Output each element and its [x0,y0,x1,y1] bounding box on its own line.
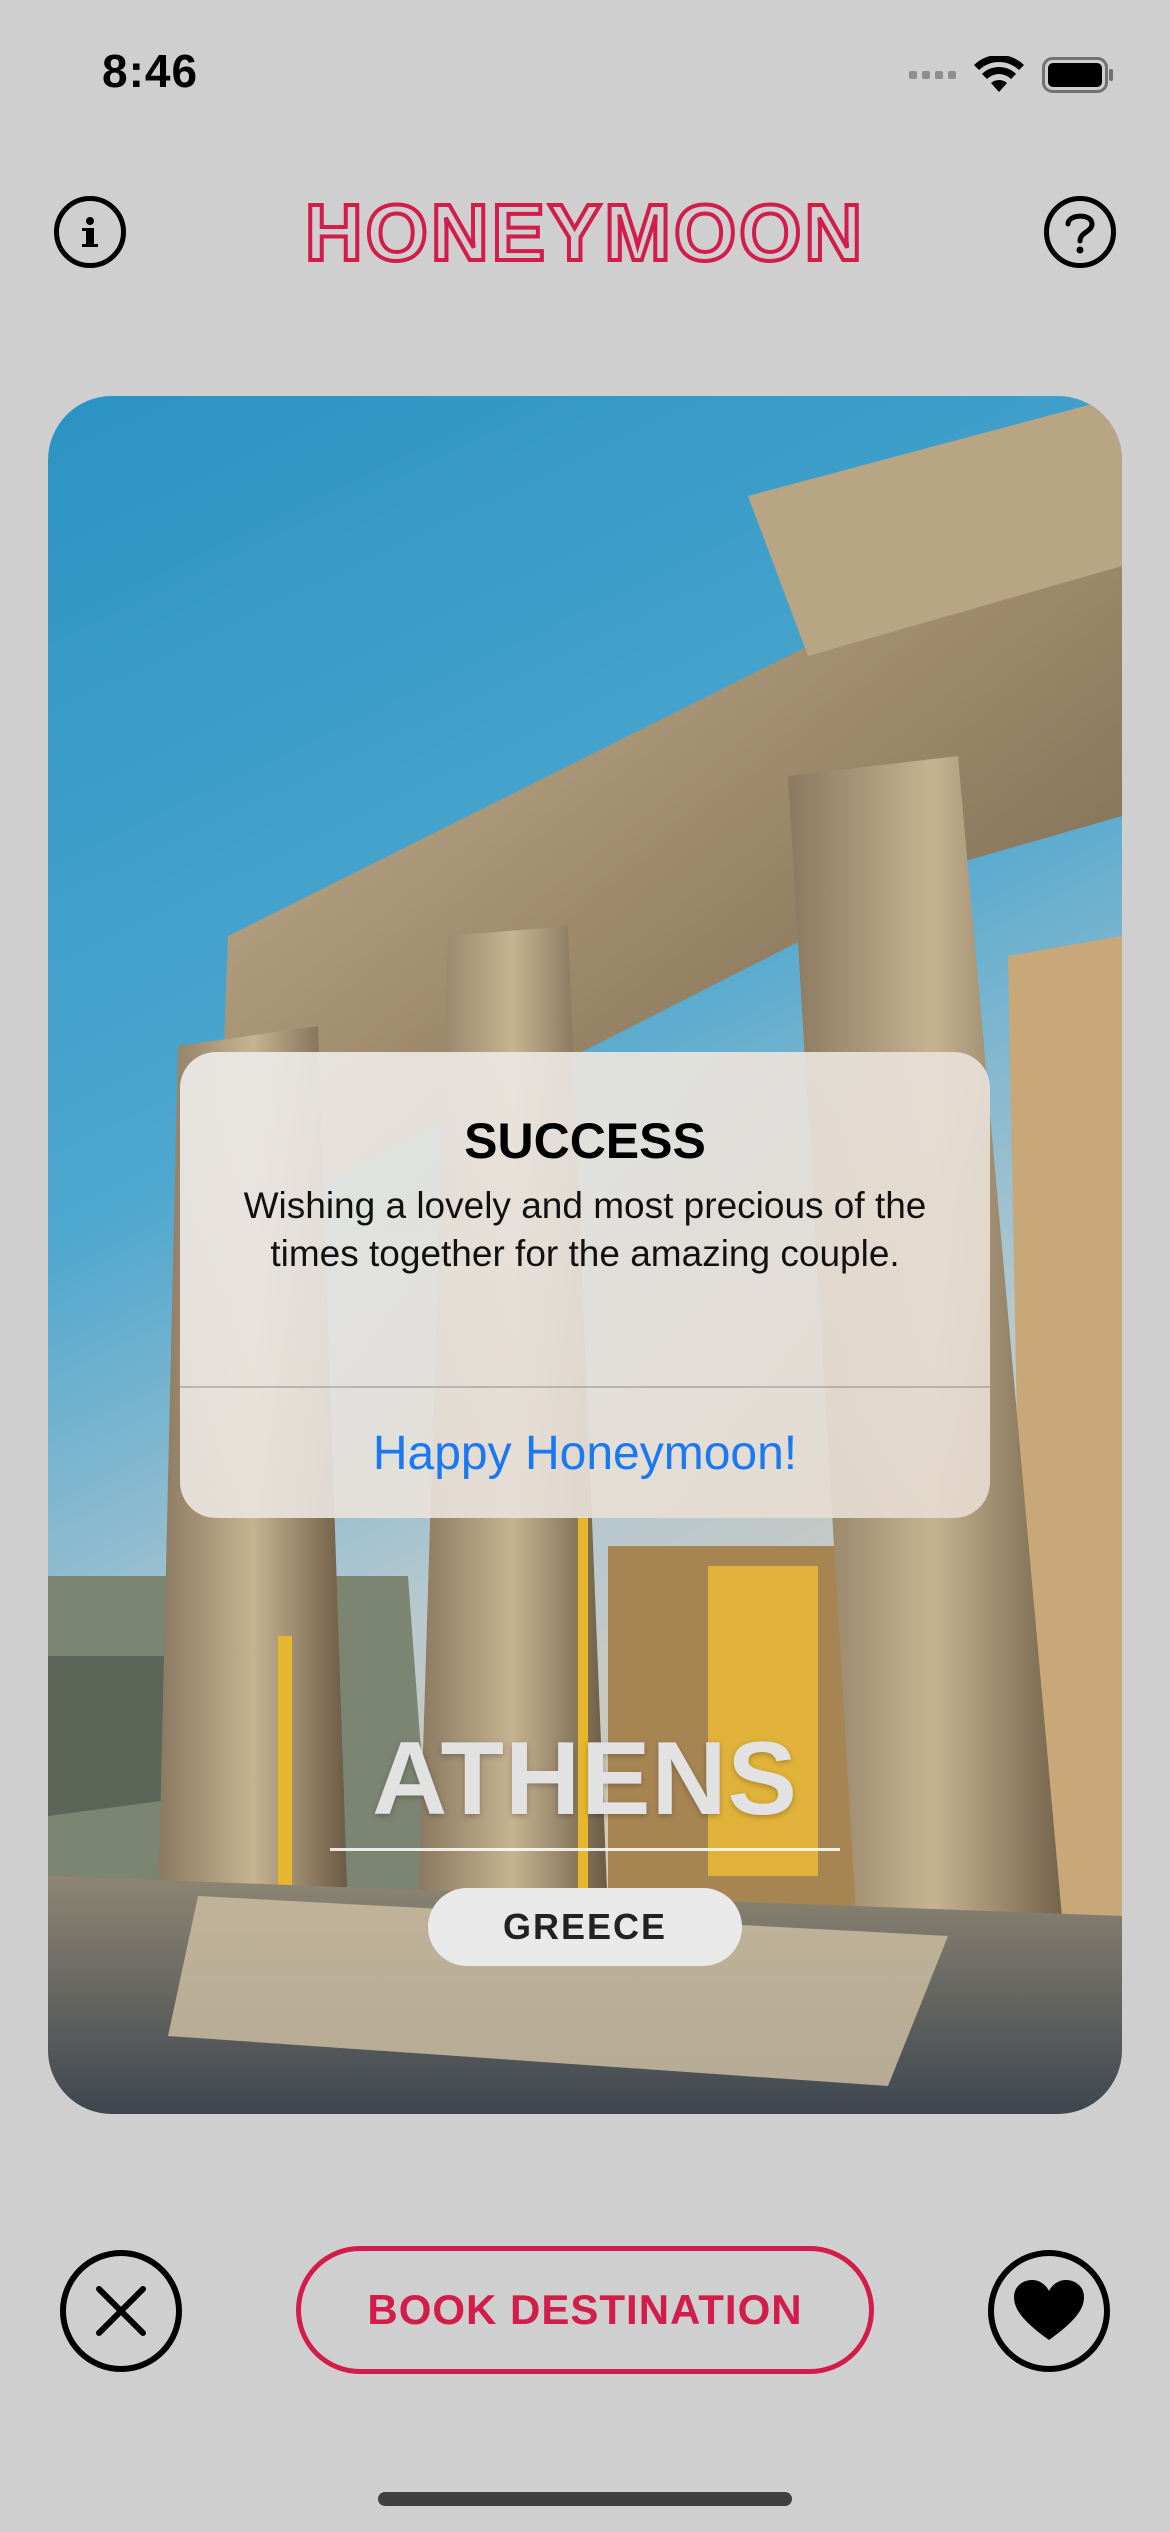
dismiss-button[interactable] [60,2250,182,2372]
info-button[interactable] [54,196,126,268]
cellular-signal-icon [909,71,956,79]
wifi-icon [974,56,1024,92]
destination-city: ATHENS [372,1721,798,1837]
svg-text:HONEYMOON: HONEYMOON [305,192,865,272]
question-icon [1065,213,1095,254]
heart-icon [1014,2280,1084,2340]
success-alert: SUCCESS Wishing a lovely and most precio… [180,1052,990,1518]
xmark-icon [96,2286,146,2336]
city-divider [330,1848,840,1851]
alert-action-button[interactable]: Happy Honeymoon! [180,1388,990,1518]
battery-icon [1042,57,1113,93]
book-destination-button[interactable]: BOOK DESTINATION [296,2246,874,2374]
alert-message: Wishing a lovely and most precious of th… [243,1185,927,1274]
status-icons [909,50,1114,100]
home-indicator[interactable] [378,2492,792,2506]
status-time: 8:46 [102,45,199,97]
destination-country-badge: GREECE [428,1888,742,1966]
like-button[interactable] [988,2250,1110,2372]
app-screen: 8:46 HONEYMOON ATHENS GREECE SUCCESS Wis… [0,0,1170,2532]
info-icon [82,217,98,247]
alert-title: SUCCESS [464,1113,706,1169]
help-button[interactable] [1044,196,1116,268]
honeymoon-logo: HONEYMOON [303,192,865,272]
